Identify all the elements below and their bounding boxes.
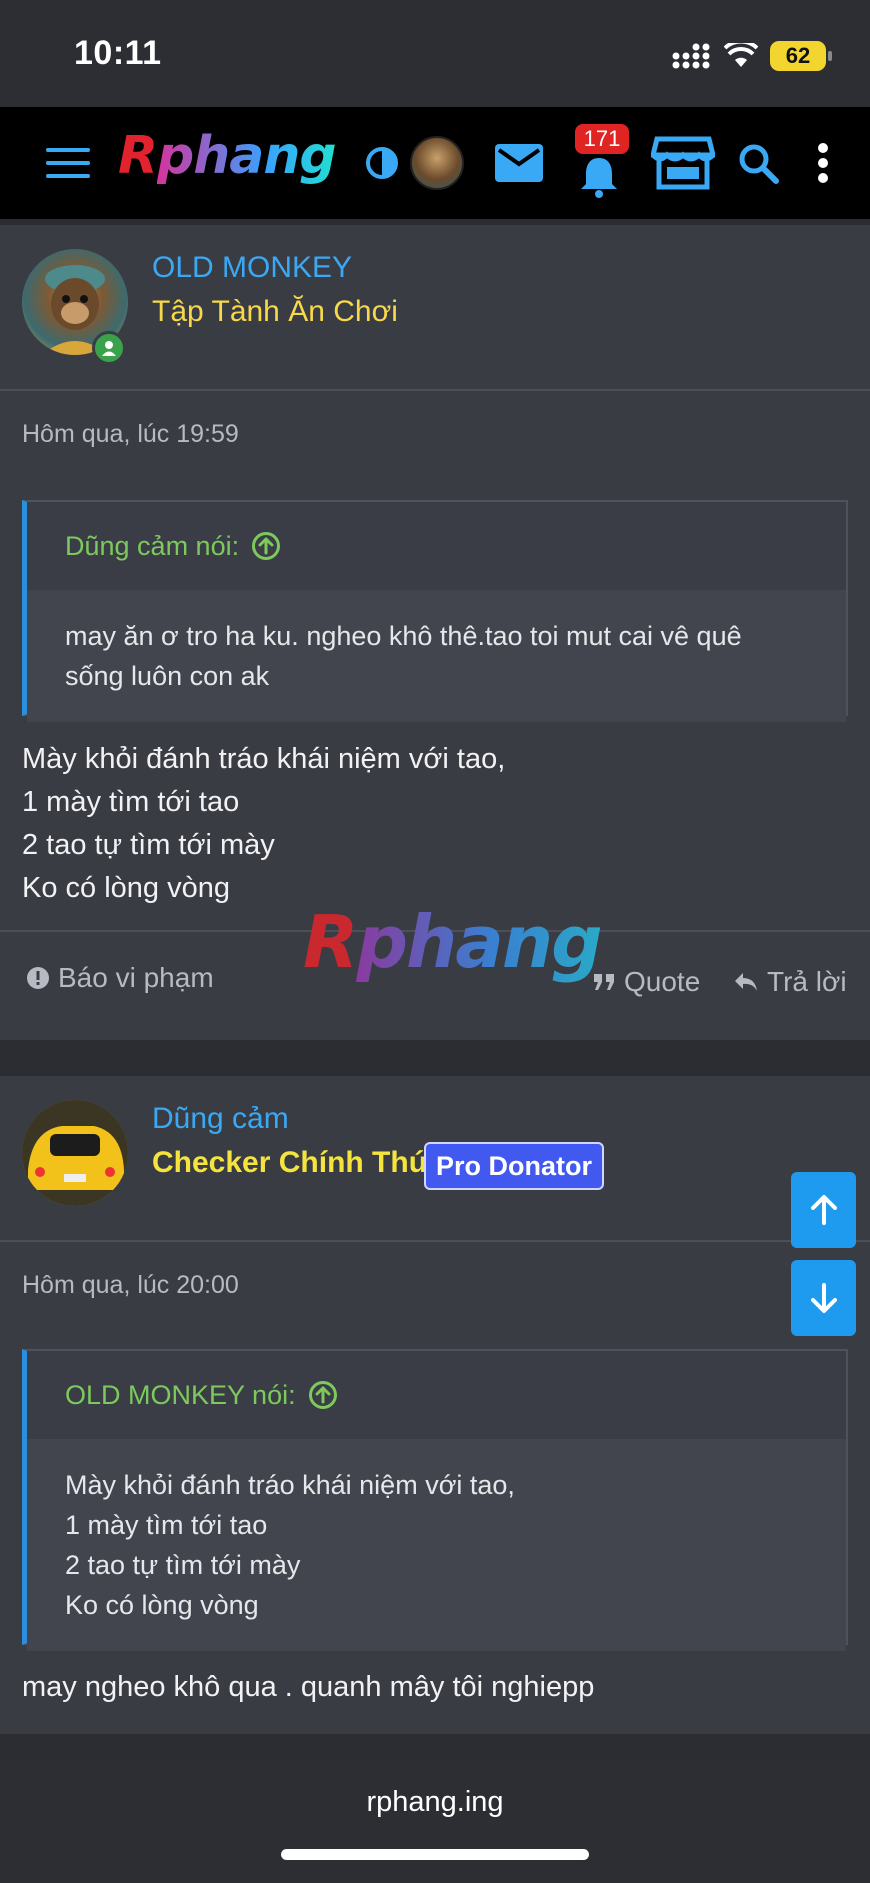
status-icons: 62 [672,38,832,74]
quote-block: Dũng cảm nói: may ăn ơ tro ha ku. ngheo … [22,500,848,722]
rphang-watermark: Rphang [303,900,603,984]
quote-author: OLD MONKEY nói: [65,1379,296,1410]
pro-donator-badge: Pro Donator [424,1142,605,1190]
post-dung-cam: Dũng cảm Checker Chính Thức Pro Donator … [0,1076,870,1734]
avatar[interactable] [410,136,464,190]
post-header: Dũng cảm Checker Chính Thức Pro Donator [0,1076,870,1242]
alert-circle-icon [27,967,49,989]
quote-line: 1 mày tìm tới tao [65,1510,268,1540]
search-icon[interactable] [734,107,782,219]
quote-header[interactable]: OLD MONKEY nói: [27,1351,846,1439]
arrow-up-circle-icon[interactable] [308,1380,338,1410]
quote-header[interactable]: Dũng cảm nói: [27,502,846,590]
quote-line: 2 tao tự tìm tới mày [65,1550,301,1580]
avatar[interactable] [22,1100,128,1206]
mail-icon[interactable] [492,107,546,219]
url-bar[interactable]: rphang.ing [0,1786,870,1819]
quote-line: Mày khỏi đánh tráo khái niệm với tao, [65,1470,515,1500]
site-logo[interactable]: Rphang [118,126,337,186]
quote-label: Quote [624,966,701,997]
quote-body: Mày khỏi đánh tráo khái niệm với tao, 1 … [27,1439,846,1651]
quote-author: Dũng cảm nói: [65,530,240,561]
message-line: Mày khỏi đánh tráo khái niệm với tao, [22,743,506,775]
reply-button[interactable]: Trả lời [733,966,847,998]
quote-body: may ăn ơ tro ha ku. ngheo khô thê.tao to… [27,590,846,722]
store-icon[interactable] [650,107,716,219]
home-indicator[interactable] [281,1849,589,1860]
report-label: Báo vi phạm [58,962,214,993]
battery-indicator: 62 [770,41,832,71]
logo-r: R [118,126,158,186]
arrow-up-icon [810,1195,837,1225]
browser-bottom-bar [0,1762,870,1883]
message-line: 2 tao tự tìm tới mày [22,829,275,861]
message-line: 1 mày tìm tới tao [22,786,240,818]
notification-badge: 171 [575,124,629,154]
menu-icon[interactable] [40,107,96,219]
arrow-up-circle-icon[interactable] [251,531,281,561]
post-message: may ngheo khô qua . quanh mây tôi nghiep… [22,1666,594,1709]
report-button[interactable]: Báo vi phạm [26,962,214,994]
logo-text: phang [157,126,337,186]
watermark-r: R [303,900,358,984]
status-time: 10:11 [74,34,162,72]
scroll-top-button[interactable] [791,1172,856,1248]
username[interactable]: OLD MONKEY [152,251,352,285]
scroll-bottom-button[interactable] [791,1260,856,1336]
message-line: may ngheo khô qua . quanh mây tôi nghiep… [22,1671,595,1703]
arrow-down-icon [810,1283,837,1313]
user-title: Tập Tành Ăn Chơi [152,295,398,328]
post-header: OLD MONKEY Tập Tành Ăn Chơi [0,225,870,391]
post-timestamp[interactable]: Hôm qua, lúc 19:59 [22,420,239,449]
status-bar: 10:11 62 [0,0,870,107]
quote-line: sống luôn con ak [65,661,270,691]
theme-toggle-icon[interactable] [362,107,402,219]
post-message: Mày khỏi đánh tráo khái niệm với tao, 1 … [22,738,505,910]
quote-line: may ăn ơ tro ha ku. ngheo khô thê.tao to… [65,621,742,651]
reply-icon [735,973,757,991]
reply-label: Trả lời [767,966,847,997]
watermark-text: phang [356,900,602,984]
quote-block: OLD MONKEY nói: Mày khỏi đánh tráo khái … [22,1349,848,1651]
signal-icon [672,43,710,69]
online-status-icon [92,331,126,365]
post-timestamp[interactable]: Hôm qua, lúc 20:00 [22,1271,239,1300]
more-vertical-icon[interactable] [808,107,838,219]
username[interactable]: Dũng cảm [152,1102,289,1136]
quote-button[interactable]: Quote [592,966,700,998]
quote-line: Ko có lòng vòng [65,1590,259,1620]
user-title: Checker Chính Thức [152,1146,448,1179]
wifi-icon [724,43,758,67]
